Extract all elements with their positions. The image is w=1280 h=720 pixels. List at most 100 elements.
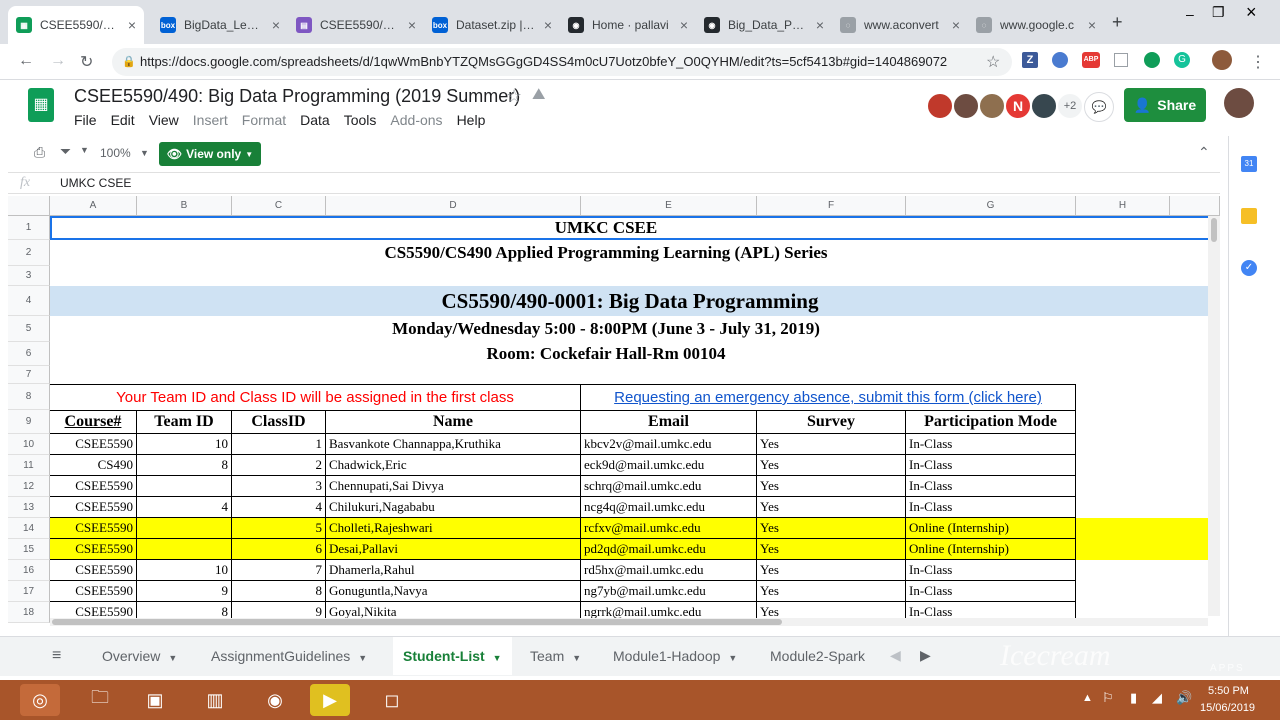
browser-tab[interactable]: ◉ Big_Data_Prog × xyxy=(696,6,832,44)
emergency-absence-link[interactable]: Requesting an emergency absence, submit … xyxy=(581,384,1076,410)
column-header-c[interactable]: C xyxy=(232,196,326,216)
extension-circle-icon[interactable] xyxy=(1052,52,1068,68)
collaborator-avatar[interactable] xyxy=(952,92,980,120)
menu-item-insert[interactable]: Insert xyxy=(193,112,228,128)
sheet-tab-module2-spark[interactable]: Module2-Spark xyxy=(760,637,875,675)
browser-tab[interactable]: box BigData_Lesso × xyxy=(152,6,288,44)
vertical-scroll-thumb[interactable] xyxy=(1211,218,1217,242)
menu-item-format[interactable]: Format xyxy=(242,112,286,128)
horizontal-scroll-thumb[interactable] xyxy=(52,619,782,625)
row-header-6[interactable]: 6 xyxy=(8,342,50,366)
battery-icon[interactable]: ▮ xyxy=(1130,690,1137,706)
sheets-logo-icon[interactable]: ▦ xyxy=(28,88,54,122)
row-header-9[interactable]: 9 xyxy=(8,410,50,434)
zoom-dropdown-icon[interactable]: ▼ xyxy=(140,148,149,158)
collaborator-avatar[interactable] xyxy=(1030,92,1058,120)
browser-tab[interactable]: ◌ www.google.c × xyxy=(968,6,1104,44)
extension-z-icon[interactable]: Z xyxy=(1022,52,1038,68)
menu-item-edit[interactable]: Edit xyxy=(111,112,135,128)
row-header-18[interactable]: 18 xyxy=(8,602,50,623)
maximize-icon[interactable]: ❐ xyxy=(1212,4,1225,21)
collapse-chevron-up-icon[interactable]: ⌃ xyxy=(1198,144,1210,161)
spreadsheet-grid[interactable]: A B C D E F G H 1 2 3 4 5 6 7 8 9 10 11 12 13 14 15 16 17 18 UMKC … xyxy=(8,196,1220,626)
close-icon[interactable]: × xyxy=(272,17,280,33)
volume-icon[interactable]: 🔊 xyxy=(1176,690,1192,706)
spreadsheet-app-icon[interactable]: ▥ xyxy=(195,684,235,716)
github-desktop-icon[interactable]: ◉ xyxy=(255,684,295,716)
row-header-2[interactable]: 2 xyxy=(8,240,50,266)
window-close-icon[interactable]: × xyxy=(1246,2,1257,23)
reload-icon[interactable]: ↻ xyxy=(80,52,93,72)
close-icon[interactable]: × xyxy=(680,17,688,33)
adblock-icon[interactable]: ABP xyxy=(1082,52,1100,68)
menu-item-data[interactable]: Data xyxy=(300,112,330,128)
row-header-16[interactable]: 16 xyxy=(8,560,50,581)
collaborator-avatar[interactable] xyxy=(926,92,954,120)
row-header-14[interactable]: 14 xyxy=(8,518,50,539)
column-header-f[interactable]: F xyxy=(757,196,906,216)
formula-input[interactable]: UMKC CSEE xyxy=(60,176,131,190)
close-icon[interactable]: × xyxy=(1088,17,1096,33)
document-title[interactable]: CSEE5590/490: Big Data Programming (2019… xyxy=(74,86,520,107)
move-folder-icon[interactable]: ⛰ xyxy=(532,86,545,104)
row-header-13[interactable]: 13 xyxy=(8,497,50,518)
clock-time[interactable]: 5:50 PM xyxy=(1208,685,1249,697)
extension-square-icon[interactable] xyxy=(1114,53,1128,67)
screen-recorder-icon[interactable]: ◻ xyxy=(372,684,412,716)
file-explorer-icon[interactable]: 🗀 xyxy=(80,684,120,716)
collaborator-count[interactable]: +2 xyxy=(1056,92,1084,120)
network-icon[interactable]: ⚐ xyxy=(1102,690,1114,706)
vertical-scrollbar[interactable] xyxy=(1208,216,1220,616)
url-field[interactable]: 🔒 https://docs.google.com/spreadsheets/d… xyxy=(112,48,1012,76)
browser-tab[interactable]: ▦ CSEE5590/490: B × xyxy=(8,6,144,44)
tasks-icon[interactable]: ✓ xyxy=(1241,260,1257,276)
row-header-8[interactable]: 8 xyxy=(8,384,50,410)
row-header-11[interactable]: 11 xyxy=(8,455,50,476)
sheet-tab-team[interactable]: Team ▼ xyxy=(520,637,591,675)
column-header-b[interactable]: B xyxy=(137,196,232,216)
column-header-e[interactable]: E xyxy=(581,196,757,216)
virtualbox-icon[interactable]: ▣ xyxy=(135,684,175,716)
browser-tab[interactable]: box Dataset.zip | Po × xyxy=(424,6,560,44)
forward-arrow-icon[interactable]: → xyxy=(50,52,66,70)
close-icon[interactable]: × xyxy=(128,17,136,33)
zoom-select[interactable]: 100% xyxy=(100,146,131,160)
menu-item-view[interactable]: View xyxy=(149,112,179,128)
menu-item-file[interactable]: File xyxy=(74,112,97,128)
browser-menu-icon[interactable]: ⋮ xyxy=(1250,52,1266,72)
all-sheets-menu-icon[interactable]: ≡ xyxy=(52,647,61,665)
row-header-1[interactable]: 1 xyxy=(8,216,50,240)
browser-tab[interactable]: ▤ CSEE5590/CS4 × xyxy=(288,6,424,44)
column-header-d[interactable]: D xyxy=(326,196,581,216)
calendar-icon[interactable]: 31 xyxy=(1241,156,1257,172)
clock-date[interactable]: 15/06/2019 xyxy=(1200,702,1255,714)
close-icon[interactable]: × xyxy=(952,17,960,33)
wifi-icon[interactable]: ◢ xyxy=(1152,690,1162,706)
keep-icon[interactable] xyxy=(1241,208,1257,224)
column-header-a[interactable]: A xyxy=(50,196,137,216)
column-header-g[interactable]: G xyxy=(906,196,1076,216)
grammarly-icon[interactable]: G xyxy=(1174,52,1190,68)
share-button[interactable]: 👤 Share xyxy=(1124,88,1206,122)
menu-item-tools[interactable]: Tools xyxy=(344,112,377,128)
profile-avatar[interactable] xyxy=(1212,50,1232,70)
row-header-4[interactable]: 4 xyxy=(8,286,50,316)
star-icon[interactable]: ☆ xyxy=(506,86,522,107)
view-only-button[interactable]: 👁 View only ▼ xyxy=(159,142,261,166)
video-player-icon[interactable]: ▶ xyxy=(310,684,350,716)
scroll-right-icon[interactable]: ▶ xyxy=(920,647,931,664)
column-header-h[interactable]: H xyxy=(1076,196,1170,216)
print-icon[interactable]: ⎙ xyxy=(34,144,45,161)
close-icon[interactable]: × xyxy=(408,17,416,33)
sheet-tab-student-list[interactable]: Student-List ▼ xyxy=(393,637,512,675)
chrome-icon[interactable]: ◎ xyxy=(20,684,60,716)
filter-icon[interactable]: ⏷ xyxy=(60,143,71,160)
menu-item-add-ons[interactable]: Add-ons xyxy=(390,112,442,128)
row-header-15[interactable]: 15 xyxy=(8,539,50,560)
column-header-extra[interactable] xyxy=(1170,196,1220,216)
minimize-icon[interactable]: – xyxy=(1186,6,1194,22)
bookmark-star-icon[interactable]: ☆ xyxy=(986,52,1000,72)
close-icon[interactable]: × xyxy=(544,17,552,33)
account-avatar[interactable] xyxy=(1224,88,1254,118)
close-icon[interactable]: × xyxy=(816,17,824,33)
